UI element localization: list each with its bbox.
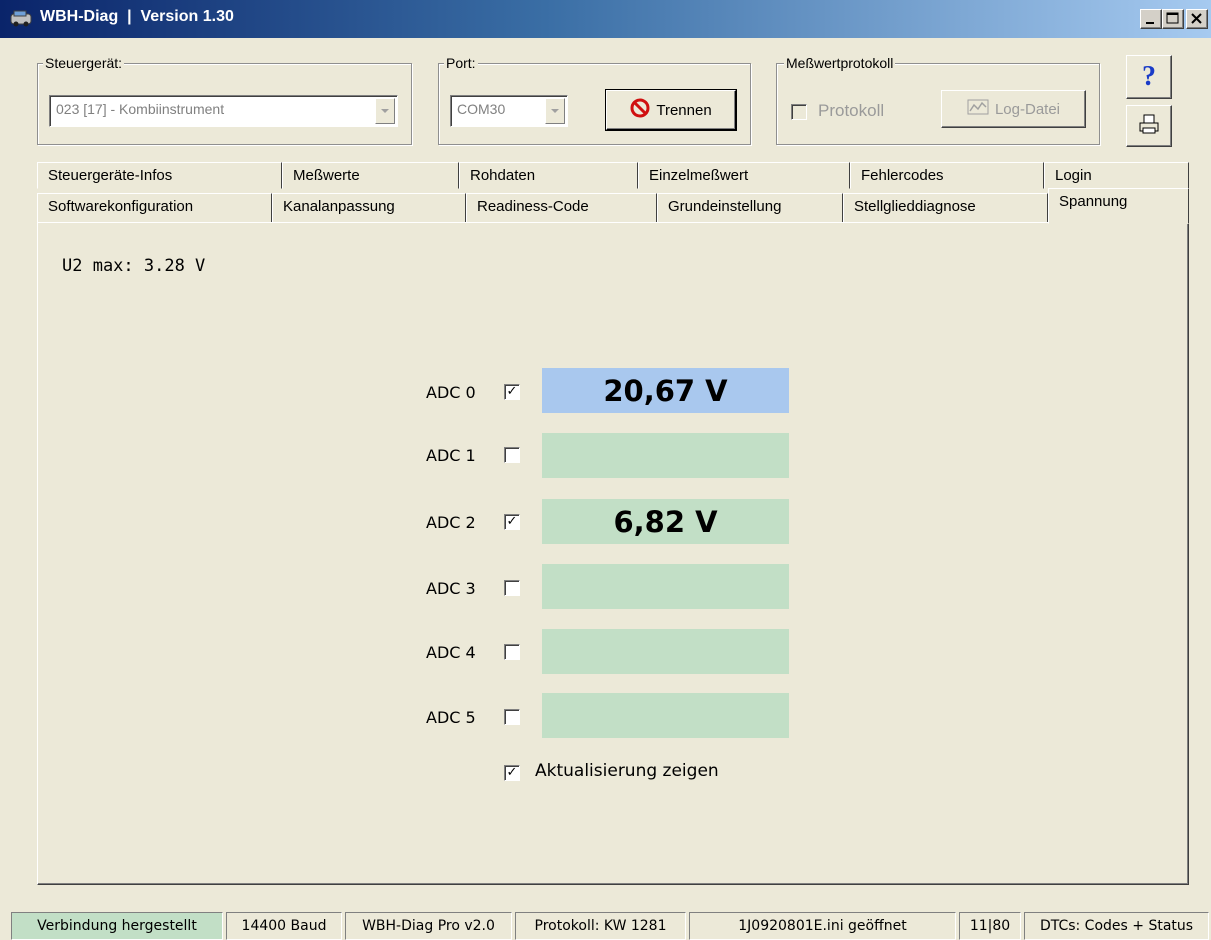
- status-connection: Verbindung hergestellt: [11, 912, 223, 940]
- spannung-panel: [37, 222, 1189, 885]
- chevron-down-icon[interactable]: [545, 98, 565, 124]
- chart-icon: [967, 99, 989, 119]
- status-version: WBH-Diag Pro v2.0: [345, 912, 512, 940]
- adc0-checkbox[interactable]: ✓: [504, 384, 520, 400]
- disconnect-label: Trennen: [656, 101, 712, 119]
- show-update-label: Aktualisierung zeigen: [535, 761, 719, 781]
- print-button[interactable]: [1126, 105, 1172, 147]
- maximize-button[interactable]: [1162, 9, 1184, 29]
- minimize-button[interactable]: [1140, 9, 1162, 29]
- chevron-down-icon[interactable]: [375, 98, 395, 124]
- adc5-value: [542, 693, 789, 738]
- adc1-checkbox[interactable]: [504, 447, 520, 463]
- adc5-checkbox[interactable]: [504, 709, 520, 725]
- title-bar[interactable]: WBH-Diag | Version 1.30: [0, 0, 1211, 38]
- adc4-value: [542, 629, 789, 674]
- tab-spannung[interactable]: Spannung: [1048, 188, 1189, 224]
- printer-icon: [1138, 113, 1160, 139]
- tab-login[interactable]: Login: [1044, 162, 1189, 189]
- question-mark-icon: ?: [1142, 61, 1156, 92]
- tab-stellglieddiagnose[interactable]: Stellglieddiagnose: [843, 193, 1048, 223]
- steuergeraet-select[interactable]: 023 [17] - Kombiinstrument: [49, 95, 398, 127]
- adc2-checkbox[interactable]: ✓: [504, 514, 520, 530]
- help-button[interactable]: ?: [1126, 55, 1172, 99]
- tab-grundeinstellung[interactable]: Grundeinstellung: [657, 193, 843, 223]
- tab-kanalanpassung[interactable]: Kanalanpassung: [272, 193, 466, 223]
- disconnect-button[interactable]: Trennen: [606, 90, 736, 130]
- tab-readiness-code[interactable]: Readiness-Code: [466, 193, 657, 223]
- adc1-label: ADC 1: [426, 446, 476, 465]
- adc0-value: 20,67 V: [542, 368, 789, 413]
- tab-steuergeraete-infos[interactable]: Steuergeräte-Infos: [37, 162, 282, 189]
- status-dtcs: DTCs: Codes + Status: [1024, 912, 1209, 940]
- no-entry-icon: [630, 98, 650, 122]
- protokoll-checkbox[interactable]: [791, 104, 807, 120]
- tab-fehlercodes[interactable]: Fehlercodes: [850, 162, 1044, 189]
- adc1-value: [542, 433, 789, 478]
- logfile-label: Log-Datei: [994, 100, 1061, 118]
- tab-rohdaten[interactable]: Rohdaten: [459, 162, 638, 189]
- messwertprotokoll-label: Meßwertprotokoll: [784, 55, 896, 71]
- port-label: Port:: [444, 55, 478, 71]
- adc3-checkbox[interactable]: [504, 580, 520, 596]
- window-title: WBH-Diag | Version 1.30: [40, 8, 234, 25]
- adc2-label: ADC 2: [426, 513, 476, 532]
- logfile-button[interactable]: Log-Datei: [941, 90, 1086, 128]
- adc4-checkbox[interactable]: [504, 644, 520, 660]
- adc0-label: ADC 0: [426, 383, 476, 402]
- status-baud: 14400 Baud: [226, 912, 342, 940]
- u2-max-text: U2 max: 3.28 V: [62, 256, 206, 276]
- status-protocol: Protokoll: KW 1281: [515, 912, 686, 940]
- port-select[interactable]: COM30: [450, 95, 568, 127]
- tab-einzelmesswert[interactable]: Einzelmeßwert: [638, 162, 850, 189]
- show-update-checkbox[interactable]: ✓: [504, 765, 520, 781]
- status-counter: 11|80: [959, 912, 1021, 940]
- tab-messwerte[interactable]: Meßwerte: [282, 162, 459, 189]
- steuergeraet-label: Steuergerät:: [43, 55, 125, 71]
- adc4-label: ADC 4: [426, 643, 476, 662]
- app-icon[interactable]: [10, 8, 32, 28]
- adc2-value: 6,82 V: [542, 499, 789, 544]
- close-button[interactable]: [1186, 9, 1208, 29]
- protokoll-label: Protokoll: [818, 101, 885, 120]
- adc3-label: ADC 3: [426, 579, 476, 598]
- status-ini-file: 1J0920801E.ini geöffnet: [689, 912, 956, 940]
- adc3-value: [542, 564, 789, 609]
- tab-softwarekonfiguration[interactable]: Softwarekonfiguration: [37, 193, 272, 223]
- adc5-label: ADC 5: [426, 708, 476, 727]
